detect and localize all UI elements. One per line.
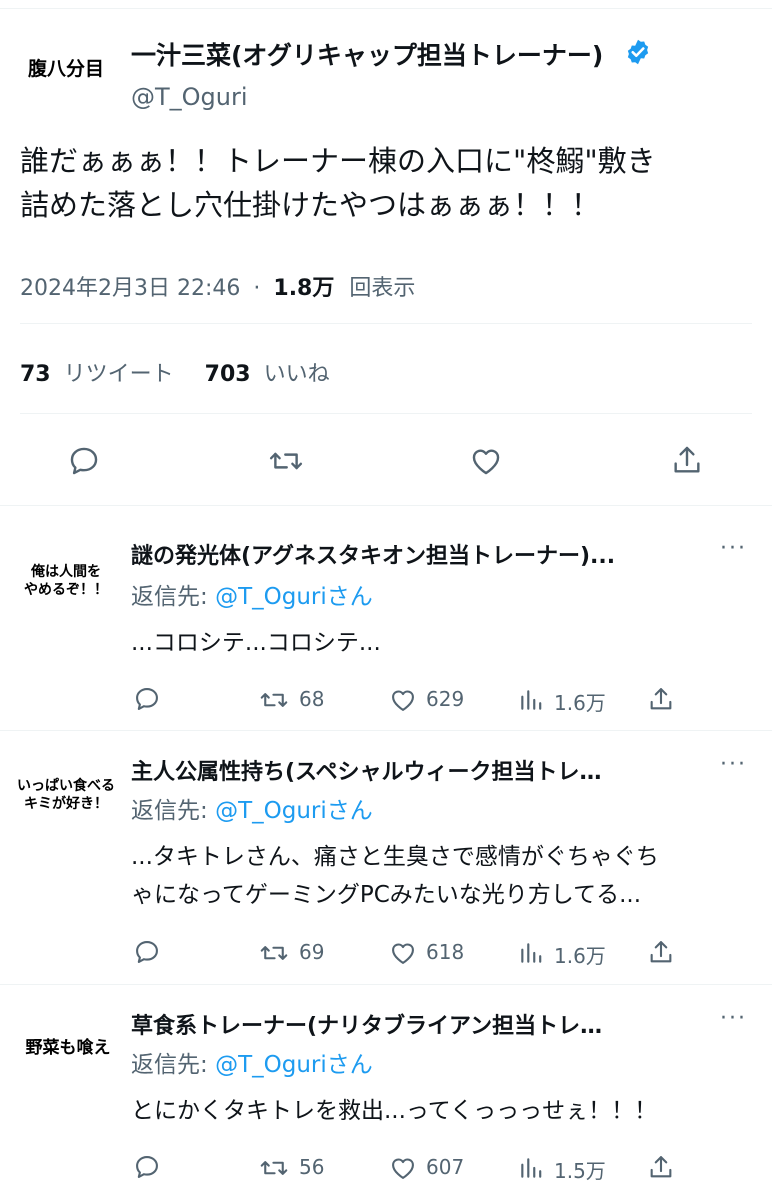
like-icon[interactable] [469,444,503,478]
reply-text: ...コロシテ...コロシテ... [131,630,381,656]
reply-icon[interactable] [133,685,161,713]
reply-icon[interactable] [67,444,101,478]
views-icon[interactable] [518,939,544,967]
reply-display-name[interactable]: 主人公属性持ち(スペシャルウィーク担当トレ… [131,754,701,786]
like-label: いいね [263,362,330,387]
meta-separator: · [253,276,261,301]
share-icon[interactable] [647,938,675,966]
divider [20,323,752,324]
like-stat[interactable]: 703 いいね [205,362,330,387]
share-icon[interactable] [647,1153,675,1181]
views-label: 回表示 [349,276,416,301]
retweet-count: 68 [299,687,325,711]
main-tweet-text: 誰だぁぁぁ！！トレーナー棟の入口に"柊鰯"敷き 詰めた落とし穴仕掛けたやつはぁぁ… [20,144,656,222]
tweet-stats: 73 リツイート 703 いいね [20,356,330,388]
like-count: 703 [204,362,251,387]
reply-to: 返信先: @T_Oguriさん [131,1052,373,1078]
verified-badge-icon [627,39,649,65]
reply-icon[interactable] [133,938,161,966]
retweet-count: 73 [20,362,51,387]
retweet-icon[interactable] [259,939,289,967]
reply-text: とにかくタキトレを救出...ってくっっっせぇ！！！ [131,1098,658,1124]
tweet-meta: 2024年2月3日 22:46 · 1.8万 回表示 [20,270,415,302]
like-icon[interactable] [388,939,418,967]
reply-avatar[interactable]: いっぱい食べる キミが好き！ [14,778,118,813]
retweet-icon[interactable] [259,686,289,714]
timestamp[interactable]: 2024年2月3日 22:46 [20,276,240,301]
views-count: 1.8万 [273,276,335,301]
retweet-label: リツイート [63,362,174,387]
mention-link[interactable]: @T_Oguriさん [215,1052,373,1078]
reply-to: 返信先: @T_Oguriさん [131,584,373,610]
reply-to: 返信先: @T_Oguriさん [131,798,373,824]
like-count: 618 [426,940,465,964]
reply-avatar[interactable]: 野菜も喰え [14,1038,122,1059]
like-icon[interactable] [388,1154,418,1182]
views-count: 1.5万 [554,1159,606,1183]
divider [0,505,772,506]
reply-avatar[interactable]: 俺は人間を やめるぞ！！ [14,564,118,599]
views-count: 1.6万 [554,691,606,715]
more-options-icon[interactable]: ··· [720,752,747,777]
like-count: 607 [426,1155,465,1179]
main-display-name[interactable]: 一汁三菜(オグリキャップ担当トレーナー) [131,36,603,72]
divider [0,730,772,731]
like-icon[interactable] [388,686,418,714]
like-count: 629 [426,687,465,711]
more-options-icon[interactable]: ··· [720,536,747,561]
retweet-count: 69 [299,940,325,964]
retweet-count: 56 [299,1155,325,1179]
reply-display-name[interactable]: 謎の発光体(アグネスタキオン担当トレーナー)... [131,538,701,570]
main-handle[interactable]: @T_Oguri [131,83,248,111]
top-divider [0,8,772,9]
views-icon[interactable] [518,1154,544,1182]
views-count: 1.6万 [554,944,606,968]
reply-text: ...タキトレさん、痛さと生臭さで感情がぐちゃぐち ゃになってゲーミングPCみた… [131,844,659,908]
share-icon[interactable] [647,685,675,713]
retweet-icon[interactable] [259,1154,289,1182]
retweet-stat[interactable]: 73 リツイート [20,362,181,387]
divider [20,413,752,414]
main-avatar[interactable]: 腹八分目 [18,58,114,82]
reply-icon[interactable] [133,1153,161,1181]
more-options-icon[interactable]: ··· [720,1006,747,1031]
reply-display-name[interactable]: 草食系トレーナー(ナリタブライアン担当トレ… [131,1008,701,1040]
mention-link[interactable]: @T_Oguriさん [215,584,373,610]
views-icon[interactable] [518,686,544,714]
share-icon[interactable] [670,443,704,477]
mention-link[interactable]: @T_Oguriさん [215,798,373,824]
retweet-icon[interactable] [268,444,304,478]
divider [0,984,772,985]
